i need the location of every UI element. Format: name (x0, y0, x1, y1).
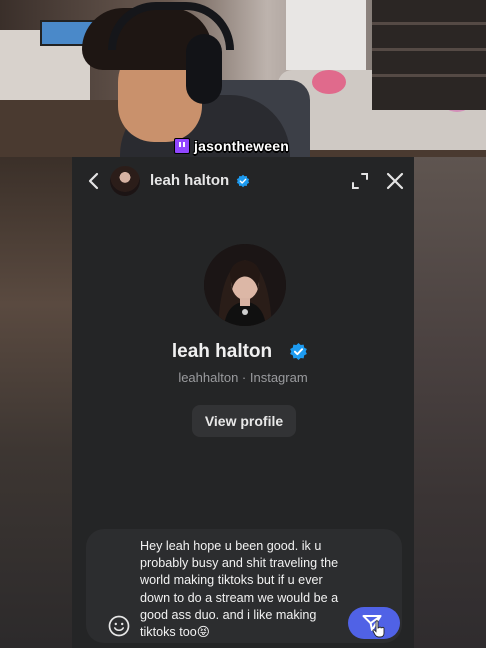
header-name[interactable]: leah halton (150, 172, 229, 189)
verified-badge-icon (290, 342, 307, 361)
header-avatar[interactable] (110, 166, 140, 196)
close-icon[interactable] (384, 170, 406, 192)
verified-badge-icon (236, 174, 250, 188)
blurred-background-right (414, 157, 486, 648)
chevron-left-icon[interactable] (84, 171, 104, 191)
stream-camera-feed (0, 0, 486, 157)
profile-subtitle: leahhalton · Instagram (178, 370, 308, 385)
view-profile-button[interactable]: View profile (192, 405, 296, 437)
message-text: Hey leah hope u been good. ik u probably… (140, 539, 342, 640)
profile-avatar[interactable] (204, 244, 286, 326)
streamer-handle-text: jasontheween (194, 138, 289, 154)
twitch-icon (174, 138, 190, 154)
message-composer[interactable]: Hey leah hope u been good. ik u probably… (86, 529, 402, 643)
headphone-cup (186, 34, 222, 104)
expand-icon[interactable] (350, 171, 370, 191)
tongue-emoji: 😝 (196, 625, 210, 640)
shelf (372, 0, 486, 110)
hand-cursor-icon (372, 620, 385, 638)
streamer-handle: jasontheween (170, 137, 295, 155)
profile-name: leah halton (171, 341, 273, 362)
emoji-icon[interactable] (108, 615, 130, 637)
plush-toy (312, 70, 346, 94)
blurred-background-left (0, 157, 72, 648)
profile-photo (204, 244, 286, 326)
dm-chat-window: leah halton leah halton leahhalton · Ins… (72, 157, 414, 648)
message-input[interactable]: Hey leah hope u been good. ik u probably… (140, 538, 348, 641)
window (286, 0, 366, 70)
chat-header: leah halton (72, 157, 414, 205)
